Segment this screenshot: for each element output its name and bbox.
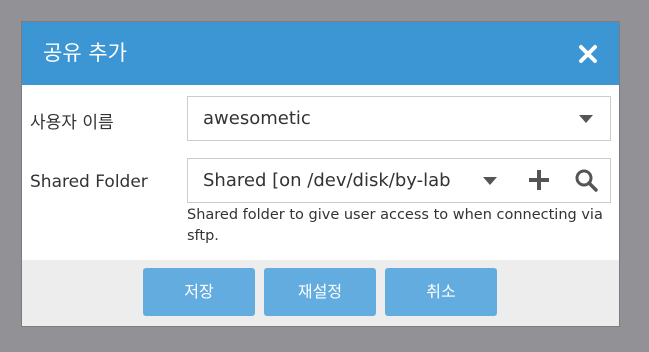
reset-button[interactable]: 재설정: [264, 268, 376, 316]
close-icon[interactable]: [577, 43, 599, 65]
folder-select-value: Shared [on /dev/disk/by-lab: [203, 170, 451, 191]
folder-hint: Shared folder to give user access to whe…: [187, 207, 603, 244]
user-select[interactable]: awesometic: [187, 96, 611, 141]
save-button[interactable]: 저장: [143, 268, 255, 316]
cancel-button[interactable]: 취소: [385, 268, 497, 316]
chevron-down-icon[interactable]: [483, 177, 497, 185]
chevron-down-icon: [579, 115, 593, 123]
dialog-footer: 저장 재설정 취소: [22, 260, 619, 326]
plus-icon[interactable]: [527, 168, 551, 192]
dialog-titlebar: 공유 추가: [22, 22, 619, 85]
folder-label: Shared Folder: [30, 172, 148, 192]
search-icon[interactable]: [574, 168, 598, 192]
folder-select[interactable]: Shared [on /dev/disk/by-lab: [187, 158, 611, 203]
user-select-value: awesometic: [203, 108, 311, 129]
add-share-dialog: 공유 추가 사용자 이름 awesometic Shared Folder Sh…: [22, 22, 619, 326]
dialog-title: 공유 추가: [43, 41, 127, 65]
user-label: 사용자 이름: [30, 113, 114, 133]
